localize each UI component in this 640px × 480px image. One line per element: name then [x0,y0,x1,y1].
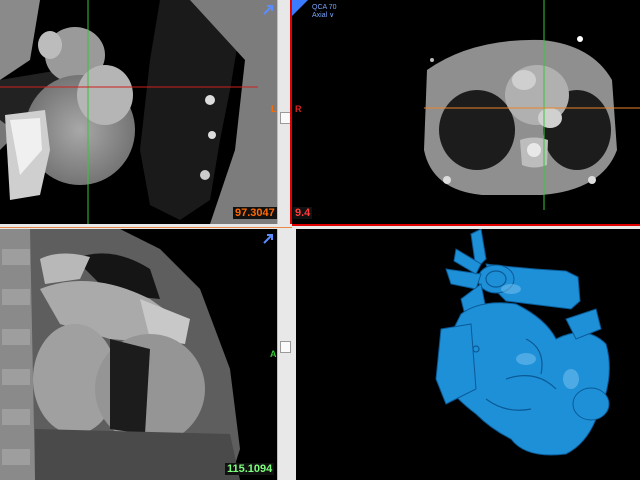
view-selector[interactable]: Axial ∨ [312,12,334,20]
3d-vessel-render [296,229,640,480]
coronal-viewport[interactable]: 97.3047 [0,0,277,224]
axial-viewport[interactable]: QCA 70 Axial ∨ R 9.4 [292,0,640,224]
sagittal-scrollbar[interactable] [277,229,292,480]
slice-position-readout: 115.1094 [225,463,275,475]
orientation-label-anterior: A [270,349,277,359]
separator-accent [0,227,292,228]
coronal-ct-image [0,0,277,224]
axial-ct-image [292,0,640,224]
slice-position-readout: 9.4 [293,207,313,219]
scrollbar-thumb[interactable] [280,341,291,353]
active-viewport-border [292,224,640,226]
3d-render-viewport[interactable] [296,229,640,480]
expand-arrow-icon[interactable] [262,233,274,245]
series-tag: QCA 70 [312,4,337,11]
expand-arrow-icon[interactable] [262,4,274,16]
slice-position-readout: 97.3047 [233,207,277,219]
orientation-label-right: R [295,104,302,114]
orientation-label-left: L [271,104,277,114]
sagittal-viewport[interactable]: 115.1094 [0,229,277,480]
sagittal-ct-image [0,229,277,480]
